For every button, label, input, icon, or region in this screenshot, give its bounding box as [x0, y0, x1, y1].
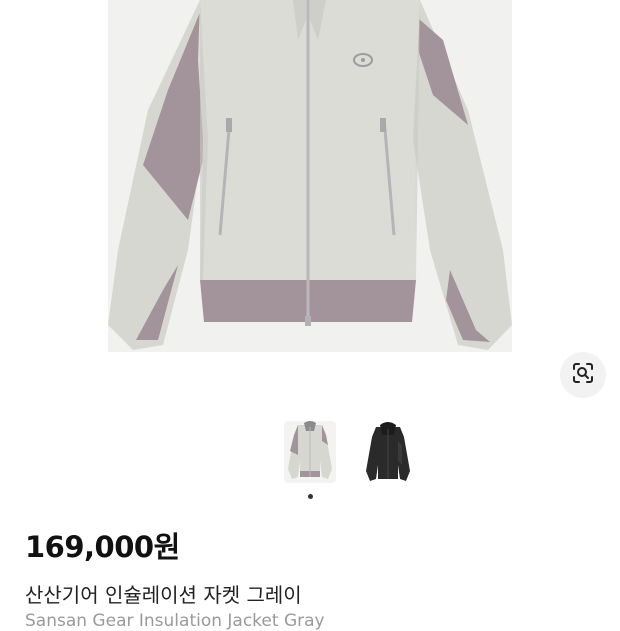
product-name-english: Sansan Gear Insulation Jacket Gray	[25, 611, 325, 631]
thumbnail-black-jacket[interactable]	[362, 421, 414, 483]
gray-jacket-illustration	[108, 0, 512, 350]
lens-search-button[interactable]	[560, 352, 606, 398]
carousel-indicator-dot	[308, 494, 313, 499]
black-jacket-thumbnail-image	[366, 422, 410, 481]
lens-search-icon	[571, 361, 595, 389]
gray-jacket-thumbnail-image	[288, 421, 332, 479]
thumbnail-gray-jacket[interactable]	[284, 421, 336, 483]
product-price: 169,000원	[25, 530, 180, 564]
product-main-image[interactable]	[108, 0, 512, 352]
image-thumbnails	[0, 421, 620, 485]
product-name-korean: 산산기어 인슐레이션 자켓 그레이	[25, 583, 302, 607]
